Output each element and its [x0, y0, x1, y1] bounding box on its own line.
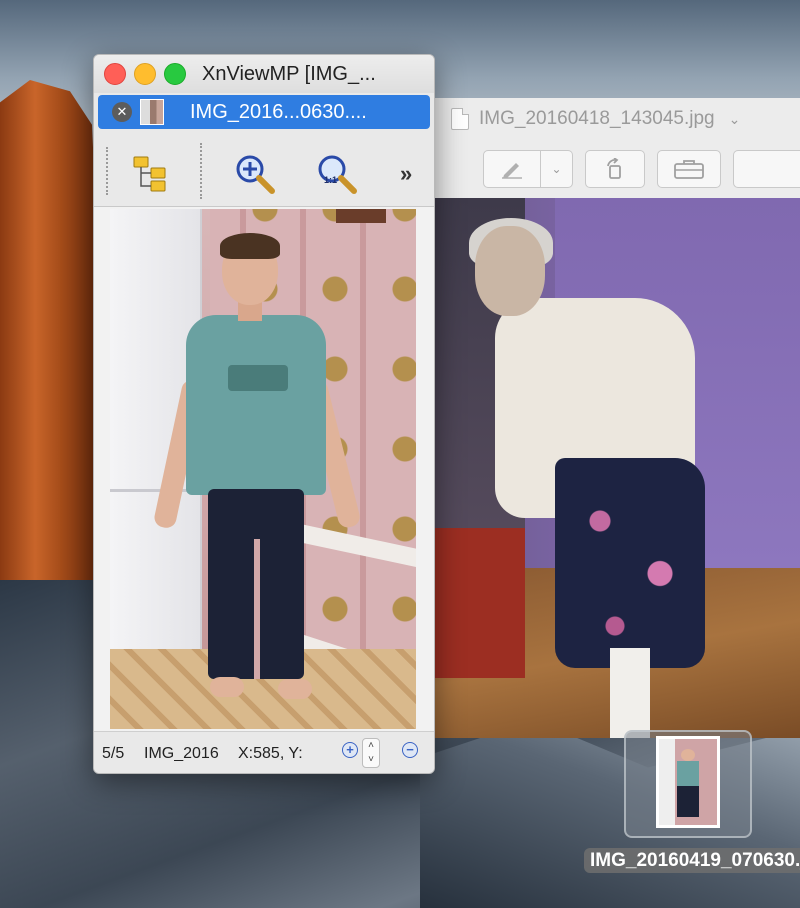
toolbar-separator: [200, 143, 202, 199]
svg-text:1:1: 1:1: [324, 175, 337, 185]
minimize-window-button[interactable]: [134, 63, 156, 85]
preview-window[interactable]: IMG_20160418_143045.jpg ⌄ ⌄: [434, 98, 800, 738]
tab-image[interactable]: ✕ IMG_2016...0630....: [98, 95, 430, 129]
zoom-stepper[interactable]: ˄ ˅: [362, 738, 380, 768]
image-count: 5/5: [102, 744, 125, 762]
cursor-coordinates: X:585, Y:: [238, 744, 303, 762]
markup-menu-button[interactable]: ⌄: [541, 150, 573, 188]
wallpaper-cliff: [0, 80, 100, 640]
window-title: XnViewMP [IMG_...: [202, 62, 376, 85]
markup-button[interactable]: [483, 150, 541, 188]
xnview-toolbar: 1:1 »: [94, 133, 434, 207]
tab-thumbnail: [140, 99, 164, 125]
preview-titlebar[interactable]: IMG_20160418_143045.jpg ⌄: [435, 98, 800, 140]
toolbar-grip[interactable]: [106, 147, 108, 195]
markup-group: ⌄: [483, 150, 573, 188]
preview-toolbar: ⌄: [435, 140, 800, 198]
actual-size-button[interactable]: 1:1: [316, 153, 358, 195]
search-field-partial[interactable]: [732, 150, 800, 188]
xnview-window[interactable]: XnViewMP [IMG_... ✕ IMG_2016...0630....: [93, 54, 435, 774]
tab-close-icon[interactable]: ✕: [112, 102, 132, 122]
folder-tree-icon: [133, 156, 166, 192]
desktop-file-thumbnail[interactable]: [656, 736, 720, 828]
pen-icon: [502, 163, 522, 179]
zoom-in-button[interactable]: [234, 153, 276, 195]
zoom-minus-icon[interactable]: −: [402, 742, 418, 758]
preview-image: [435, 198, 800, 738]
close-window-button[interactable]: [104, 63, 126, 85]
chevron-down-icon: ⌄: [551, 162, 562, 176]
zoom-plus-icon[interactable]: +: [342, 742, 358, 758]
desktop-file-label[interactable]: IMG_20160419_070630.jpg: [584, 846, 800, 876]
rotate-left-icon: [607, 158, 621, 179]
browser-button[interactable]: [130, 153, 172, 195]
chevron-down-icon[interactable]: ⌄: [729, 111, 741, 128]
image-viewer[interactable]: [94, 207, 434, 731]
tab-label: IMG_2016...0630....: [190, 100, 367, 123]
toolbox-icon: [673, 160, 704, 179]
toolbox-button[interactable]: [656, 150, 721, 188]
viewed-photo: [110, 209, 416, 729]
zoom-in-icon: [236, 155, 275, 194]
tab-bar: ✕ IMG_2016...0630....: [94, 93, 434, 133]
zoom-1to1-icon: 1:1: [318, 155, 357, 194]
status-bar: 5/5 IMG_2016 X:585, Y: + ˄ ˅ −: [94, 731, 434, 773]
zoom-window-button[interactable]: [164, 63, 186, 85]
toolbar-overflow-button[interactable]: »: [400, 161, 412, 187]
preview-title[interactable]: IMG_20160418_143045.jpg: [479, 108, 715, 130]
status-filename: IMG_2016: [144, 744, 219, 762]
document-icon: [451, 108, 469, 130]
rotate-button[interactable]: [585, 150, 645, 188]
xnview-titlebar[interactable]: XnViewMP [IMG_...: [94, 55, 434, 93]
